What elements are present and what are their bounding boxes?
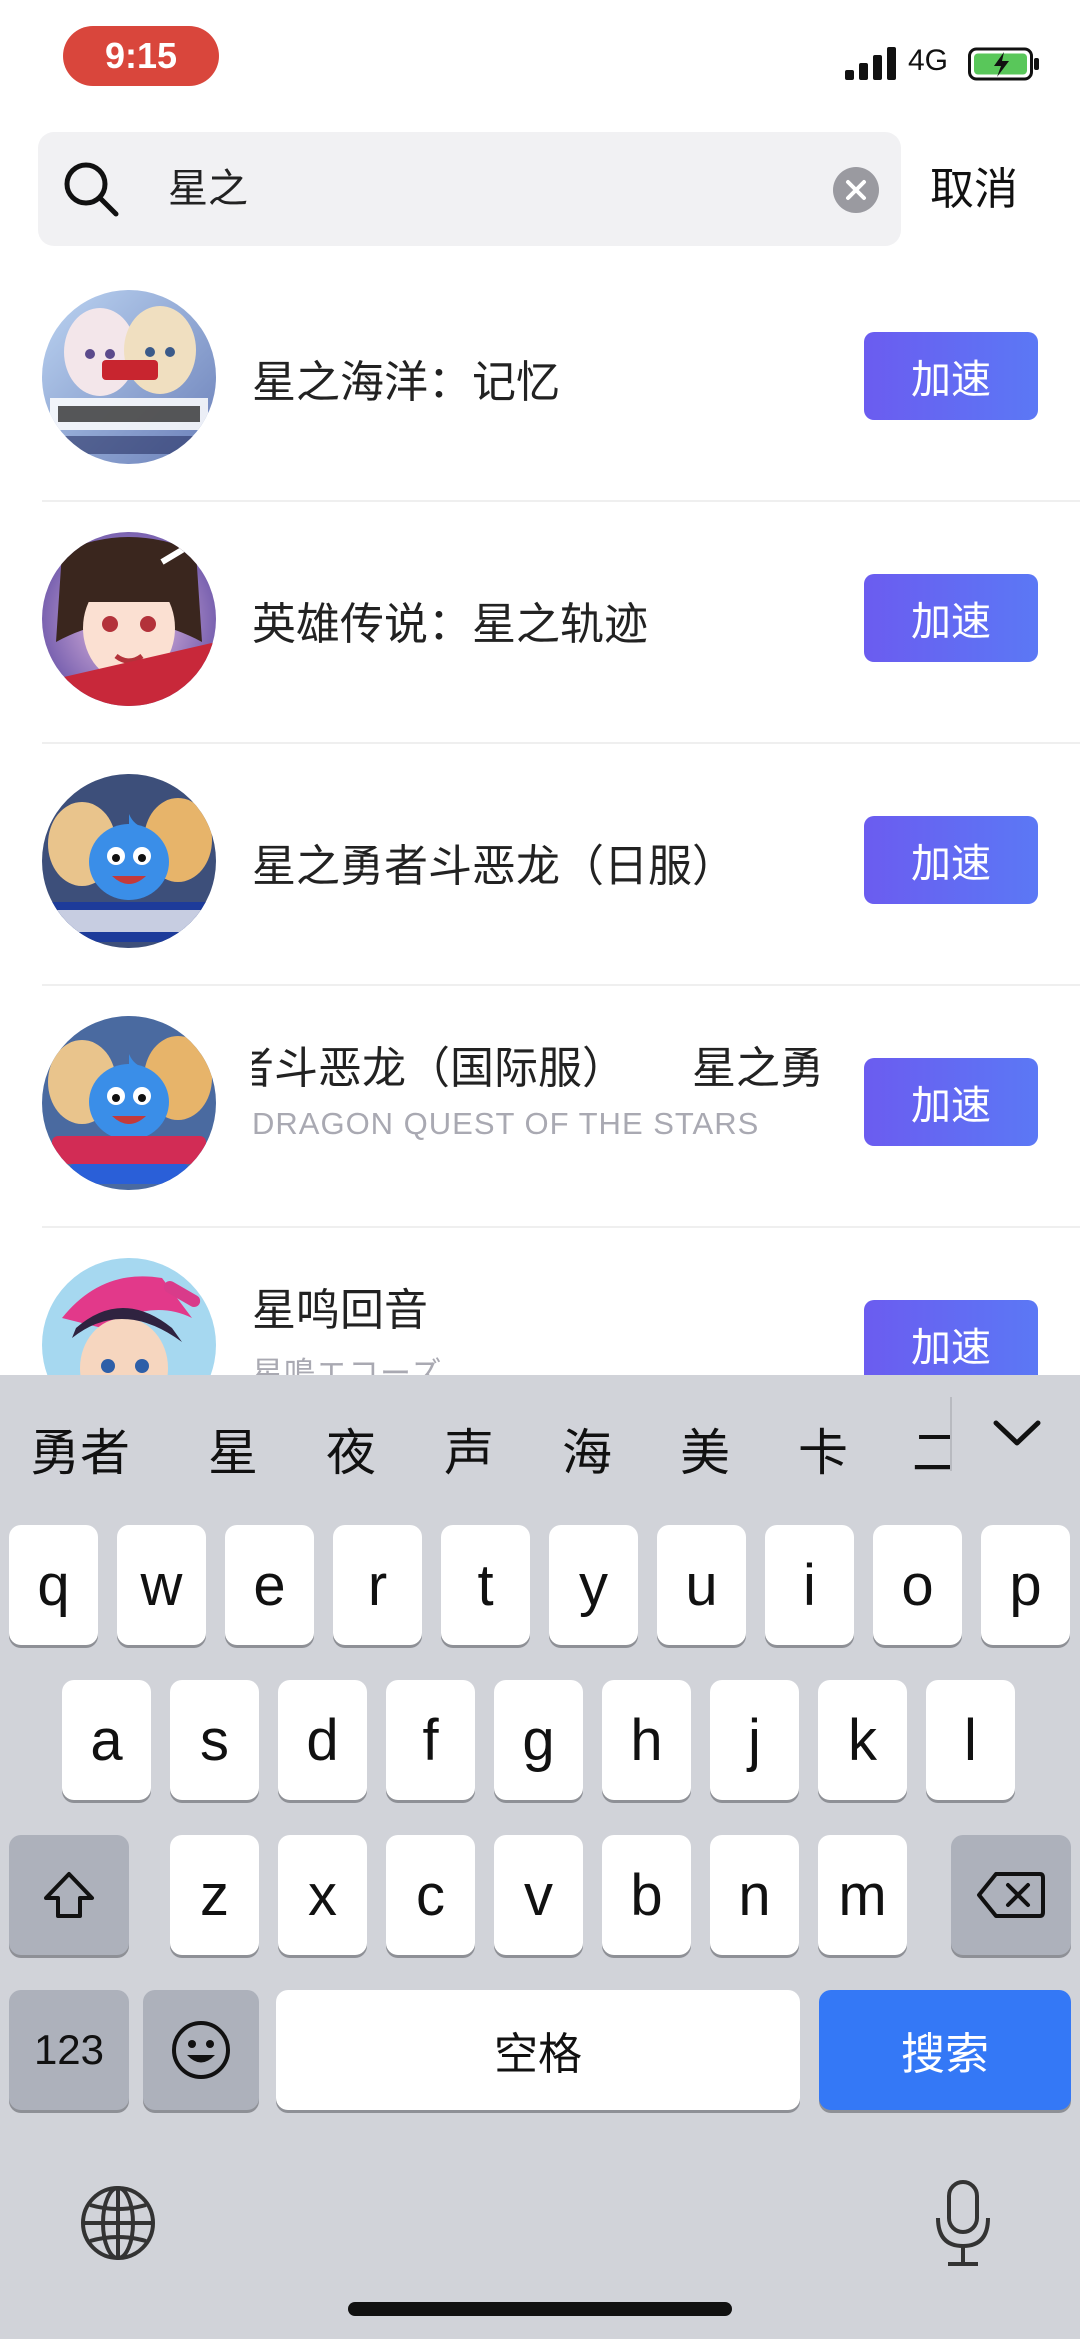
game-icon [42, 290, 216, 464]
candidate-word[interactable]: 星 [208, 1413, 258, 1485]
game-title-marquee: 者斗恶龙（国际服） 星之勇 [252, 1032, 832, 1098]
candidate-word[interactable]: 声 [444, 1413, 494, 1485]
key-x[interactable]: x [278, 1835, 367, 1955]
key-b[interactable]: b [602, 1835, 691, 1955]
mic-icon[interactable] [930, 2178, 996, 2268]
backspace-key[interactable] [951, 1835, 1071, 1955]
shift-icon [44, 1872, 94, 1918]
candidate-overflow: 二 [912, 1405, 950, 1485]
signal-icon [845, 47, 896, 80]
key-v[interactable]: v [494, 1835, 583, 1955]
accelerate-button[interactable]: 加速 [864, 816, 1038, 904]
chevron-down-icon[interactable] [990, 1413, 1044, 1453]
key-h[interactable]: h [602, 1680, 691, 1800]
key-y[interactable]: y [549, 1525, 638, 1645]
space-key[interactable]: 空格 [276, 1990, 800, 2110]
key-n[interactable]: n [710, 1835, 799, 1955]
key-o[interactable]: o [873, 1525, 962, 1645]
numbers-key[interactable]: 123 [9, 1990, 129, 2110]
key-z[interactable]: z [170, 1835, 259, 1955]
globe-icon[interactable] [78, 2183, 158, 2263]
clear-icon[interactable] [833, 167, 879, 213]
game-icon [42, 774, 216, 948]
network-label: 4G [908, 44, 949, 77]
cancel-button[interactable]: 取消 [930, 160, 1018, 220]
key-f[interactable]: f [386, 1680, 475, 1800]
list-item[interactable]: 英雄传说：星之轨迹 加速 [0, 502, 1080, 744]
key-s[interactable]: s [170, 1680, 259, 1800]
search-icon [64, 162, 119, 217]
battery-charging-icon [968, 47, 1039, 81]
game-icon [42, 532, 216, 706]
list-item[interactable]: 星之海洋：记忆 加速 [0, 260, 1080, 502]
game-title: 星鸣回音 [252, 1285, 428, 1336]
home-indicator[interactable] [348, 2302, 732, 2316]
emoji-key[interactable] [143, 1990, 259, 2110]
key-g[interactable]: g [494, 1680, 583, 1800]
key-l[interactable]: l [926, 1680, 1015, 1800]
search-field[interactable]: 星之 [38, 132, 901, 246]
search-results-list: 星之海洋：记忆 加速 英雄传说：星之轨迹 加速 星之勇者斗恶龙（日服） 加速 者… [0, 260, 1080, 1375]
candidate-word[interactable]: 勇者 [30, 1413, 130, 1485]
candidate-word[interactable]: 夜 [326, 1413, 376, 1485]
accelerate-button[interactable]: 加速 [864, 1058, 1038, 1146]
game-subtitle: DRAGON QUEST OF THE STARS [252, 1106, 760, 1141]
key-m[interactable]: m [818, 1835, 907, 1955]
shift-key[interactable] [9, 1835, 129, 1955]
key-w[interactable]: w [117, 1525, 206, 1645]
candidate-word[interactable]: 二 [912, 1413, 950, 1485]
candidate-word[interactable]: 卡 [798, 1413, 848, 1485]
search-key[interactable]: 搜索 [819, 1990, 1071, 2110]
status-time: 9:15 [63, 26, 219, 86]
key-p[interactable]: p [981, 1525, 1070, 1645]
list-item[interactable]: 星之勇者斗恶龙（日服） 加速 [0, 744, 1080, 986]
list-item[interactable]: 者斗恶龙（国际服） 星之勇 DRAGON QUEST OF THE STARS … [0, 986, 1080, 1228]
key-k[interactable]: k [818, 1680, 907, 1800]
status-bar: 9:15 4G [0, 0, 1080, 120]
game-icon [42, 1016, 216, 1190]
list-item[interactable]: 星鸣回音 星鳴エコーズ 加速 [0, 1228, 1080, 1375]
key-r[interactable]: r [333, 1525, 422, 1645]
key-d[interactable]: d [278, 1680, 367, 1800]
candidate-bar: 勇者 星 夜 声 海 美 卡 二 [0, 1375, 1080, 1515]
key-a[interactable]: a [62, 1680, 151, 1800]
key-q[interactable]: q [9, 1525, 98, 1645]
accelerate-button[interactable]: 加速 [864, 574, 1038, 662]
key-e[interactable]: e [225, 1525, 314, 1645]
key-i[interactable]: i [765, 1525, 854, 1645]
game-title: 星之勇者斗恶龙（日服） [252, 841, 736, 892]
key-j[interactable]: j [710, 1680, 799, 1800]
game-title: 英雄传说：星之轨迹 [252, 599, 648, 650]
candidate-word[interactable]: 美 [680, 1413, 730, 1485]
emoji-icon [172, 2021, 230, 2079]
search-input[interactable]: 星之 [168, 160, 248, 218]
key-c[interactable]: c [386, 1835, 475, 1955]
accelerate-button[interactable]: 加速 [864, 332, 1038, 420]
backspace-icon [977, 1872, 1045, 1918]
key-t[interactable]: t [441, 1525, 530, 1645]
game-subtitle: 星鳴エコーズ [252, 1356, 443, 1375]
game-title: 星之海洋：记忆 [252, 357, 560, 408]
game-title: 者斗恶龙（国际服） 星之勇 [252, 1043, 824, 1094]
candidate-word[interactable]: 海 [562, 1413, 612, 1485]
candidate-separator [950, 1397, 952, 1471]
accelerate-button[interactable]: 加速 [864, 1300, 1038, 1375]
game-icon [42, 1258, 216, 1375]
key-u[interactable]: u [657, 1525, 746, 1645]
